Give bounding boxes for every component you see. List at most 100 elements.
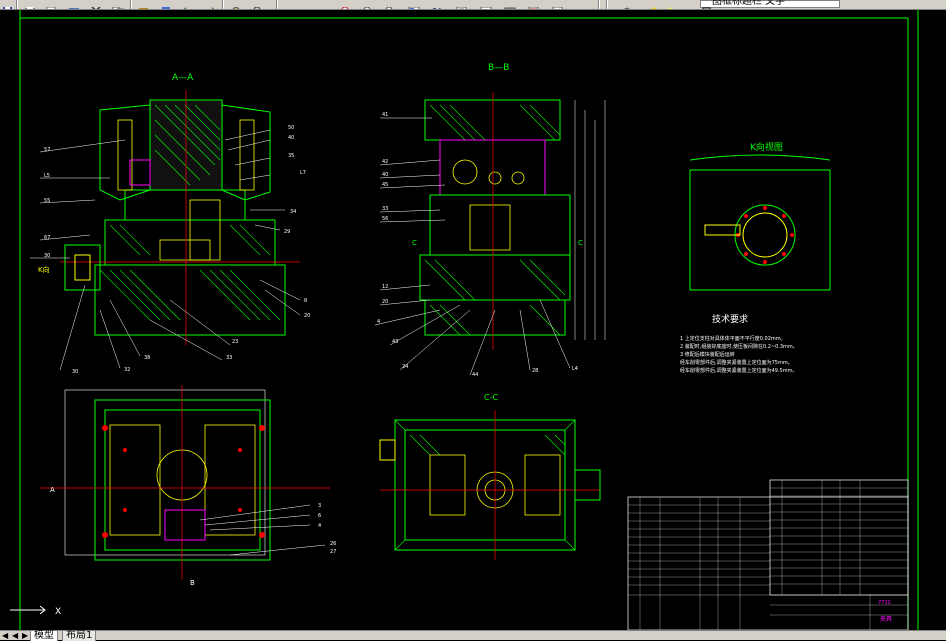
svg-text:32: 32 [124,367,130,373]
toolbar-separator [598,0,600,9]
redo-icon[interactable] [204,0,216,9]
svg-text:L5: L5 [44,173,50,179]
svg-text:42: 42 [382,159,388,165]
layer-manager-icon[interactable] [620,0,632,9]
undo-icon[interactable] [182,0,194,9]
svg-text:24: 24 [402,364,408,370]
properties-icon[interactable] [384,0,396,9]
svg-text:20: 20 [304,313,310,319]
design-center-icon[interactable] [408,0,420,9]
svg-text:4: 4 [318,523,321,529]
svg-text:40: 40 [382,172,388,178]
ucs-x-label: X [55,607,61,617]
k-view-title: K向视图 [750,141,783,153]
preview-icon[interactable] [46,0,58,9]
svg-text:L4: L4 [572,366,578,372]
zoom-previous-icon[interactable] [362,0,374,9]
label-k-direction: K向 [38,265,50,274]
svg-text:29: 29 [284,229,290,235]
svg-text:8: 8 [304,298,307,304]
section-aa-view: A—A K向 57L5556730 30 3238 3323 504035L7 … [30,73,310,375]
svg-text:35: 35 [288,153,294,159]
svg-text:40: 40 [288,135,294,141]
svg-text:3: 3 [318,503,321,509]
toolbar-separator [276,0,278,9]
drawing-name: 夹具 [880,615,892,623]
svg-text:45: 45 [382,182,388,188]
svg-text:44: 44 [472,372,478,378]
calculator-icon[interactable] [504,0,516,9]
zoom-realtime-icon[interactable] [252,0,264,9]
plan-view: A B 3 6 4 26 27 [40,385,336,587]
tech-req-line-2: 2 装配时,组装好底座时,使压板间隙在0.2~0.3mm。 [680,343,798,350]
label-c-right: C [578,239,583,247]
svg-text:4: 4 [377,319,380,325]
svg-text:L7: L7 [300,170,306,176]
zoom-window-icon[interactable] [340,0,352,9]
svg-text:33: 33 [226,355,232,361]
sheet-set-icon[interactable] [456,0,468,9]
help-icon[interactable] [552,0,564,9]
paste-icon[interactable] [138,0,150,9]
svg-text:6: 6 [318,513,321,519]
layer-on-icon[interactable] [648,0,660,9]
toolbar-separator [222,0,224,9]
tab-first-icon[interactable]: ◀ [2,632,8,640]
label-a: A [50,486,55,494]
match-icon[interactable] [160,0,172,9]
cut-icon[interactable] [90,0,102,9]
svg-text:41: 41 [382,112,388,118]
title-block: 7722 夹具 [627,479,909,631]
ucs-icon: X [10,605,61,617]
plot-icon[interactable] [24,0,36,9]
svg-text:34: 34 [290,209,296,215]
svg-text:23: 23 [232,339,238,345]
svg-text:57: 57 [44,147,50,153]
tech-req-line-3: 3 修配后模块装配后运转 [680,351,735,358]
svg-text:30: 30 [44,253,50,259]
svg-text:20: 20 [382,299,388,305]
label-c: C [412,239,417,247]
svg-text:28: 28 [532,368,538,374]
pan-icon[interactable] [230,0,242,9]
section-aa-title: A—A [172,73,194,83]
layout-tabs: ◀ ◀ ▶ 模型 布局1 [0,630,946,641]
svg-text:50: 50 [288,125,294,131]
layer-lock-icon[interactable] [680,0,692,8]
tool-palette-icon[interactable]: ¶A [432,0,444,9]
tech-req-line-1: 1 上定位支柱对具体体平面不平行度0.02mm。 [680,335,786,342]
svg-text:38: 38 [144,355,150,361]
model-space-canvas[interactable]: A—A K向 57 L5 55 67 30 30 32 38 33 23 50 … [0,10,946,631]
tech-req-title: 技术要求 [712,313,748,325]
save-icon[interactable] [2,0,14,9]
svg-text:56: 56 [382,216,388,222]
svg-text:26: 26 [330,541,336,547]
drawing-code: 7722 [878,600,891,606]
publish-icon[interactable] [68,0,80,9]
toolbar-separator [16,0,18,9]
standard-toolbar: ¶A 图框标题栏 文字 [0,0,946,10]
svg-text:67: 67 [44,235,50,241]
technical-requirements: 技术要求 1 上定位支柱对具体体平面不平行度0.02mm。 2 装配时,组装好底… [680,313,798,374]
markup-icon[interactable] [480,0,492,9]
section-cc-view: C-C [379,393,601,560]
toolbar-separator [606,0,608,9]
section-bb-title: B—B [488,63,509,73]
svg-text:43: 43 [392,339,398,345]
svg-text:30: 30 [72,369,78,375]
toolbar-separator [130,0,132,9]
section-bb-view: B—B 41 42 40 45 33561220 4432444 28 L4 C C [374,63,606,378]
section-cc-title: C-C [484,393,498,402]
layer-freeze-icon[interactable] [664,0,676,9]
copy-icon[interactable] [112,0,124,9]
label-b: B [190,579,195,587]
tech-req-line-5: 经车削零部件后,调整夹紧装置上定位面为49.5mm。 [680,367,797,374]
svg-text:12: 12 [382,284,388,290]
tab-prev-icon[interactable]: ◀ [12,632,18,640]
layer-state-icon[interactable] [528,0,540,9]
svg-text:27: 27 [330,549,336,555]
k-view: K向视图 [689,141,831,291]
tab-next-icon[interactable]: ▶ [22,632,28,640]
tech-req-line-4: 经车削零部件后,调整夹紧装置上定位面为75mm。 [680,359,793,366]
svg-text:33: 33 [382,206,388,212]
